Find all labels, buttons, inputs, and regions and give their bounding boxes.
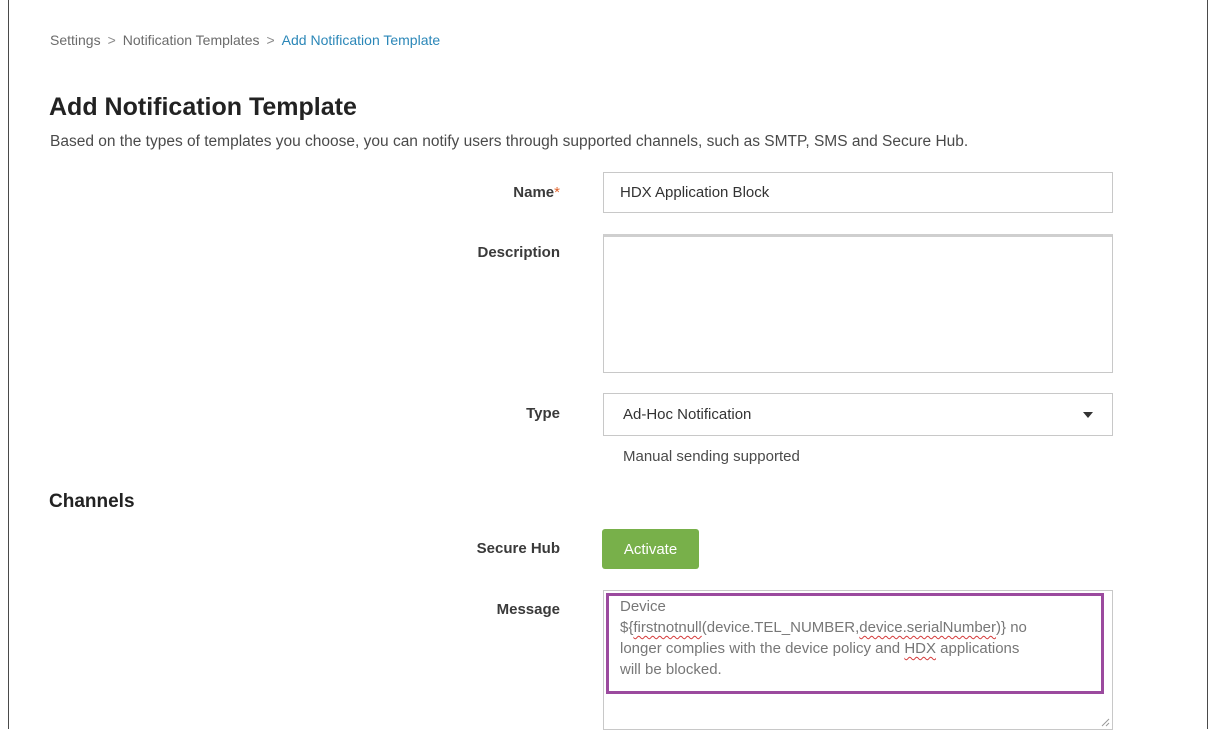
name-label-text: Name <box>513 184 555 201</box>
message-text: Device ${firstnotnull(device.TEL_NUMBER,… <box>620 596 1100 680</box>
name-input[interactable]: HDX Application Block <box>603 172 1113 213</box>
message-fragment: longer complies with the device policy a… <box>620 640 905 657</box>
description-textarea[interactable] <box>603 234 1113 373</box>
misspelled-word: firstnotnull <box>633 619 702 636</box>
message-line: longer complies with the device policy a… <box>620 638 1100 659</box>
description-label: Description <box>477 244 560 261</box>
resize-grip-icon[interactable] <box>1100 717 1110 727</box>
right-border <box>1207 0 1208 729</box>
chevron-down-icon <box>1083 412 1093 418</box>
page-description: Based on the types of templates you choo… <box>50 133 969 150</box>
breadcrumb: Settings > Notification Templates > Add Noti… <box>50 32 440 48</box>
type-label: Type <box>526 405 560 422</box>
message-fragment: applications <box>936 640 1020 657</box>
required-marker: * <box>554 184 560 201</box>
message-fragment: ${ <box>620 619 634 636</box>
type-helper-text: Manual sending supported <box>623 448 800 465</box>
type-select[interactable]: Ad-Hoc Notification <box>603 393 1113 436</box>
message-fragment: (device.TEL_NUMBER, <box>701 619 860 636</box>
left-border <box>8 0 9 729</box>
page-title: Add Notification Template <box>49 93 357 121</box>
breadcrumb-current: Add Notification Template <box>281 32 441 48</box>
activate-button[interactable]: Activate <box>602 529 699 569</box>
message-fragment: )} no <box>996 619 1027 636</box>
misspelled-word: device.serialNumber <box>859 619 997 636</box>
channels-section-title: Channels <box>49 491 135 512</box>
message-line: ${firstnotnull(device.TEL_NUMBER,device.… <box>620 617 1100 638</box>
message-line: will be blocked. <box>620 661 722 678</box>
breadcrumb-notification-templates[interactable]: Notification Templates <box>123 32 260 48</box>
breadcrumb-settings[interactable]: Settings <box>50 32 101 48</box>
name-label: Name* <box>513 184 560 201</box>
secure-hub-label: Secure Hub <box>476 540 560 557</box>
type-select-value: Ad-Hoc Notification <box>623 406 752 423</box>
breadcrumb-separator: > <box>266 32 275 48</box>
misspelled-word: HDX <box>904 640 936 657</box>
message-line: Device <box>620 598 666 615</box>
breadcrumb-separator: > <box>107 32 116 48</box>
message-label: Message <box>496 601 560 618</box>
